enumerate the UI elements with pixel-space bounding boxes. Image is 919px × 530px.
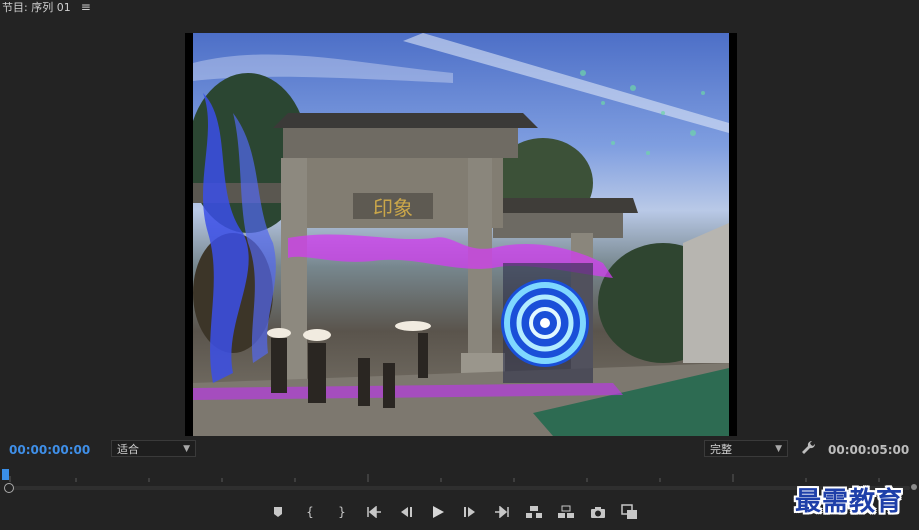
go-to-out-button[interactable] (492, 502, 512, 522)
playback-resolution-value: 完整 (710, 442, 732, 456)
go-to-out-icon (495, 506, 509, 518)
add-marker-button[interactable] (268, 502, 288, 522)
playback-resolution-select[interactable]: 完整 ▼ (704, 440, 788, 457)
chevron-down-icon: ▼ (775, 443, 782, 454)
go-to-in-icon (367, 506, 381, 518)
scene-image: 印象 (193, 33, 729, 436)
panel-title[interactable]: 节目: 序列 01 (2, 0, 71, 15)
hamburger-menu-icon[interactable]: ≡ (81, 0, 91, 14)
program-monitor: 印象 (185, 33, 737, 436)
lift-icon (526, 506, 542, 518)
mark-out-button[interactable]: } (332, 502, 352, 522)
mark-in-button[interactable]: { (300, 502, 320, 522)
panel-header: 节目: 序列 01 ≡ (0, 0, 919, 14)
export-frame-button[interactable] (588, 502, 608, 522)
extract-icon (558, 505, 574, 518)
step-forward-icon (464, 507, 475, 517)
compare-view-button[interactable] (620, 502, 640, 522)
extract-button[interactable] (556, 502, 576, 522)
step-back-icon (401, 507, 412, 517)
mark-out-icon: } (338, 505, 346, 519)
zoom-fit-value: 适合 (117, 442, 139, 456)
lift-button[interactable] (524, 502, 544, 522)
zoom-handle-start[interactable] (4, 483, 14, 493)
compare-icon (621, 504, 637, 519)
gate-sign-text: 印象 (373, 196, 413, 220)
marker-icon (274, 507, 282, 517)
wrench-icon[interactable] (801, 440, 817, 456)
video-frame: 印象 (193, 33, 729, 436)
transport-controls: { } (268, 502, 652, 522)
zoom-handle-end[interactable] (911, 484, 917, 490)
zoom-fit-select[interactable]: 适合 ▼ (111, 440, 196, 457)
go-to-in-button[interactable] (364, 502, 384, 522)
step-back-button[interactable] (396, 502, 416, 522)
chevron-down-icon: ▼ (183, 443, 190, 454)
scrub-bar[interactable] (10, 486, 910, 490)
playhead[interactable] (2, 469, 9, 480)
play-icon (433, 506, 444, 518)
step-forward-button[interactable] (460, 502, 480, 522)
play-button[interactable] (428, 502, 448, 522)
camera-icon (591, 506, 605, 518)
time-ruler[interactable] (0, 466, 919, 484)
watermark-logo: 最需教育 (795, 487, 904, 517)
current-timecode[interactable]: 00:00:00:00 (9, 443, 90, 457)
mark-in-icon: { (306, 505, 314, 519)
duration-timecode: 00:00:05:00 (828, 443, 910, 457)
